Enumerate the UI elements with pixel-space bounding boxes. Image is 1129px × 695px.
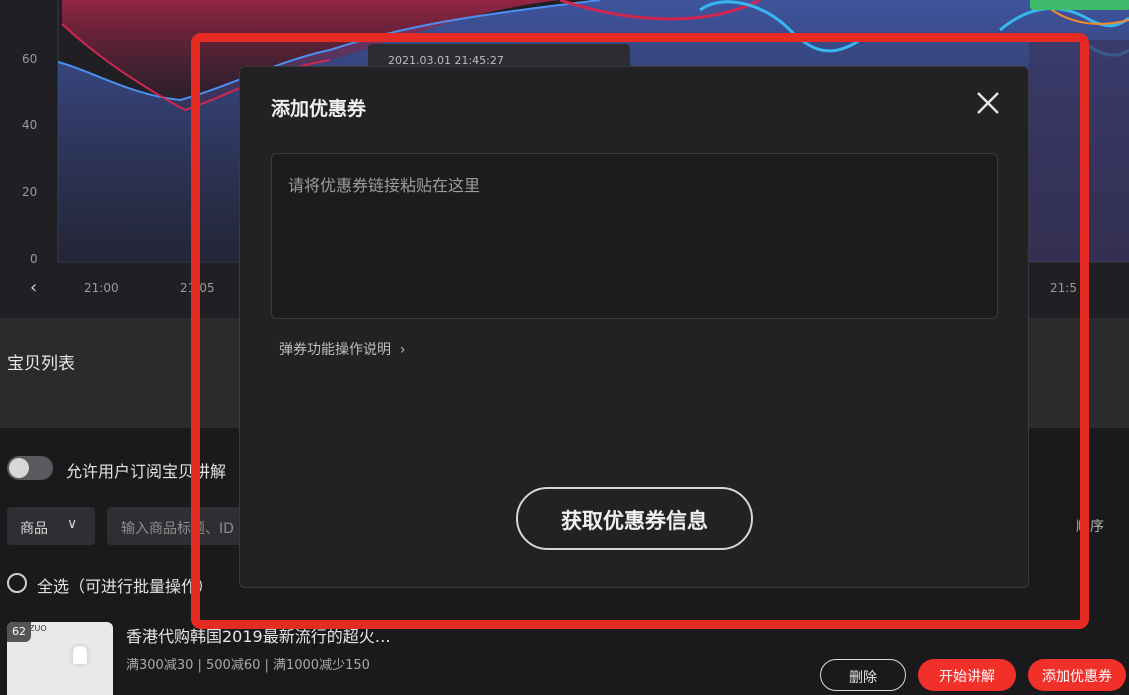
section-title: 宝贝列表: [7, 354, 75, 374]
order-label[interactable]: 顺序: [1076, 516, 1104, 536]
dialog-title: 添加优惠券: [271, 98, 367, 120]
fetch-coupon-button[interactable]: 获取优惠券信息: [516, 487, 753, 550]
add-coupon-button[interactable]: 添加优惠券: [1028, 659, 1126, 691]
thumbnail-brand-text: ZUO: [29, 624, 47, 633]
product-index-badge: 62: [7, 622, 31, 642]
y-tick-label: 0: [30, 252, 38, 266]
series-area-right: [1029, 40, 1129, 262]
select-all-radio[interactable]: [7, 573, 27, 593]
category-select[interactable]: 商品 ∨: [7, 507, 95, 545]
coupon-link-textarea[interactable]: 请将优惠券链接粘贴在这里: [271, 153, 998, 319]
add-coupon-dialog: 添加优惠券 请将优惠券链接粘贴在这里 弹券功能操作说明 › 获取优惠券信息: [239, 66, 1029, 588]
select-all-label: 全选（可进行批量操作）: [37, 577, 214, 596]
app-root: 60 40 20 0 21:00 21:05 21:5 ‹ 2021.03.01…: [0, 0, 1129, 695]
subscribe-toggle[interactable]: [7, 456, 53, 480]
lamp-image: [73, 646, 87, 664]
y-tick-label: 60: [22, 52, 38, 66]
x-tick-label: 21:5: [1050, 281, 1077, 295]
product-coupons: 满300减30 | 500减60 | 满1000减少150: [126, 658, 370, 673]
category-select-value: 商品: [20, 521, 48, 537]
status-badge: [1030, 0, 1129, 10]
chevron-right-icon: ›: [395, 342, 406, 358]
x-tick-label: 21:00: [84, 281, 119, 295]
subscribe-toggle-label: 允许用户订阅宝贝讲解: [66, 462, 227, 481]
y-tick-label: 20: [22, 185, 38, 199]
coupon-help-link[interactable]: 弹券功能操作说明 ›: [279, 339, 406, 359]
product-title[interactable]: 香港代购韩国2019最新流行的超火…: [126, 623, 391, 647]
chevron-left-icon[interactable]: ‹: [30, 277, 37, 298]
close-icon[interactable]: [974, 89, 1002, 117]
chevron-down-icon: ∨: [67, 516, 78, 532]
delete-button[interactable]: 删除: [820, 659, 906, 691]
coupon-help-label: 弹券功能操作说明: [279, 342, 391, 358]
x-tick-label: 21:05: [180, 281, 215, 295]
start-explain-button[interactable]: 开始讲解: [918, 659, 1016, 691]
y-tick-label: 40: [22, 118, 38, 132]
toggle-knob: [9, 458, 29, 478]
